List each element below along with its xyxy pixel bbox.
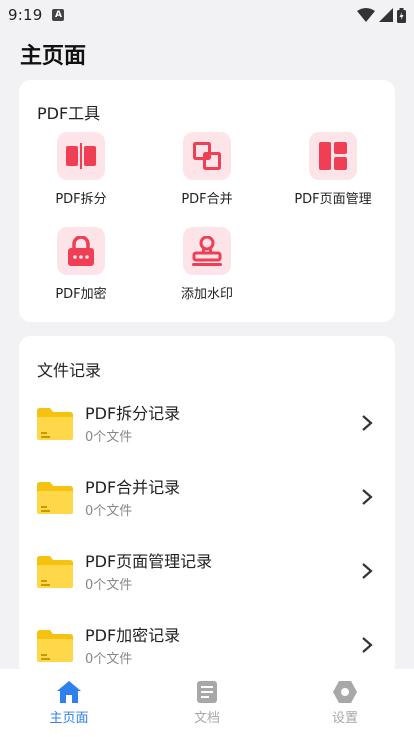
- tool-pdf-page-manage[interactable]: PDF页面管理: [283, 132, 383, 212]
- nav-tab-settings[interactable]: 设置: [276, 669, 414, 737]
- record-title: PDF加密记录: [85, 626, 181, 645]
- file-records-card: 文件记录 PDF拆分记录 0个文件 PDF合并记录 0个文件 PDF页面管理记录…: [19, 336, 395, 676]
- notification-app-icon: A: [52, 9, 65, 21]
- tool-icon-bg: [309, 132, 357, 180]
- record-title: PDF页面管理记录: [85, 552, 213, 571]
- tool-pdf-encrypt[interactable]: PDF加密: [31, 227, 131, 307]
- record-item-merge[interactable]: PDF合并记录 0个文件: [19, 468, 395, 528]
- record-title: PDF合并记录: [85, 478, 181, 497]
- chevron-right-icon: [362, 637, 373, 653]
- record-file-count: 0个文件: [85, 652, 133, 667]
- tool-pdf-merge[interactable]: PDF合并: [157, 132, 257, 212]
- tool-label: PDF页面管理: [294, 192, 372, 207]
- lock-icon: [68, 236, 94, 266]
- stamp-icon: [192, 236, 222, 266]
- folder-icon: [37, 556, 73, 588]
- document-icon: [197, 681, 217, 703]
- chevron-right-icon: [362, 563, 373, 579]
- bottom-nav: 主页面 文档 设置: [0, 669, 414, 737]
- nav-label-home: 主页面: [49, 711, 89, 726]
- tool-icon-bg: [183, 227, 231, 275]
- tool-label: PDF合并: [181, 192, 233, 207]
- page-title: 主页面: [20, 44, 87, 69]
- tool-icon-bg: [57, 132, 105, 180]
- pdf-tools-card: PDF工具 PDF拆分 PDF合并 PDF页面管理 PDF加密 添加水印: [19, 80, 395, 322]
- record-item-encrypt[interactable]: PDF加密记录 0个文件: [19, 616, 395, 676]
- record-item-page-manage[interactable]: PDF页面管理记录 0个文件: [19, 542, 395, 602]
- status-bar: 9:19 A: [0, 0, 414, 30]
- nav-tab-home[interactable]: 主页面: [0, 669, 138, 737]
- record-file-count: 0个文件: [85, 430, 133, 445]
- record-title: PDF拆分记录: [85, 404, 181, 423]
- wifi-icon: [357, 8, 375, 22]
- tool-label: 添加水印: [180, 287, 233, 302]
- signal-icon: [379, 8, 393, 22]
- nav-label-settings: 设置: [331, 711, 358, 726]
- chevron-right-icon: [362, 415, 373, 431]
- status-time: 9:19: [8, 6, 43, 24]
- settings-icon: [333, 681, 357, 703]
- home-icon: [57, 681, 81, 703]
- battery-icon: [397, 7, 406, 23]
- folder-icon: [37, 630, 73, 662]
- tool-add-watermark[interactable]: 添加水印: [157, 227, 257, 307]
- record-file-count: 0个文件: [85, 578, 133, 593]
- nav-tab-documents[interactable]: 文档: [138, 669, 276, 737]
- page-manage-icon: [319, 142, 347, 170]
- nav-label-documents: 文档: [193, 711, 220, 726]
- split-icon: [66, 143, 96, 169]
- record-item-split[interactable]: PDF拆分记录 0个文件: [19, 394, 395, 454]
- status-icons: [357, 7, 406, 23]
- tools-card-title: PDF工具: [37, 104, 101, 123]
- tool-icon-bg: [57, 227, 105, 275]
- record-file-count: 0个文件: [85, 504, 133, 519]
- tool-label: PDF拆分: [55, 192, 107, 207]
- tool-label: PDF加密: [55, 287, 107, 302]
- chevron-right-icon: [362, 489, 373, 505]
- tool-pdf-split[interactable]: PDF拆分: [31, 132, 131, 212]
- merge-icon: [193, 142, 221, 170]
- folder-icon: [37, 482, 73, 514]
- tool-icon-bg: [183, 132, 231, 180]
- folder-icon: [37, 408, 73, 440]
- records-card-title: 文件记录: [37, 361, 102, 380]
